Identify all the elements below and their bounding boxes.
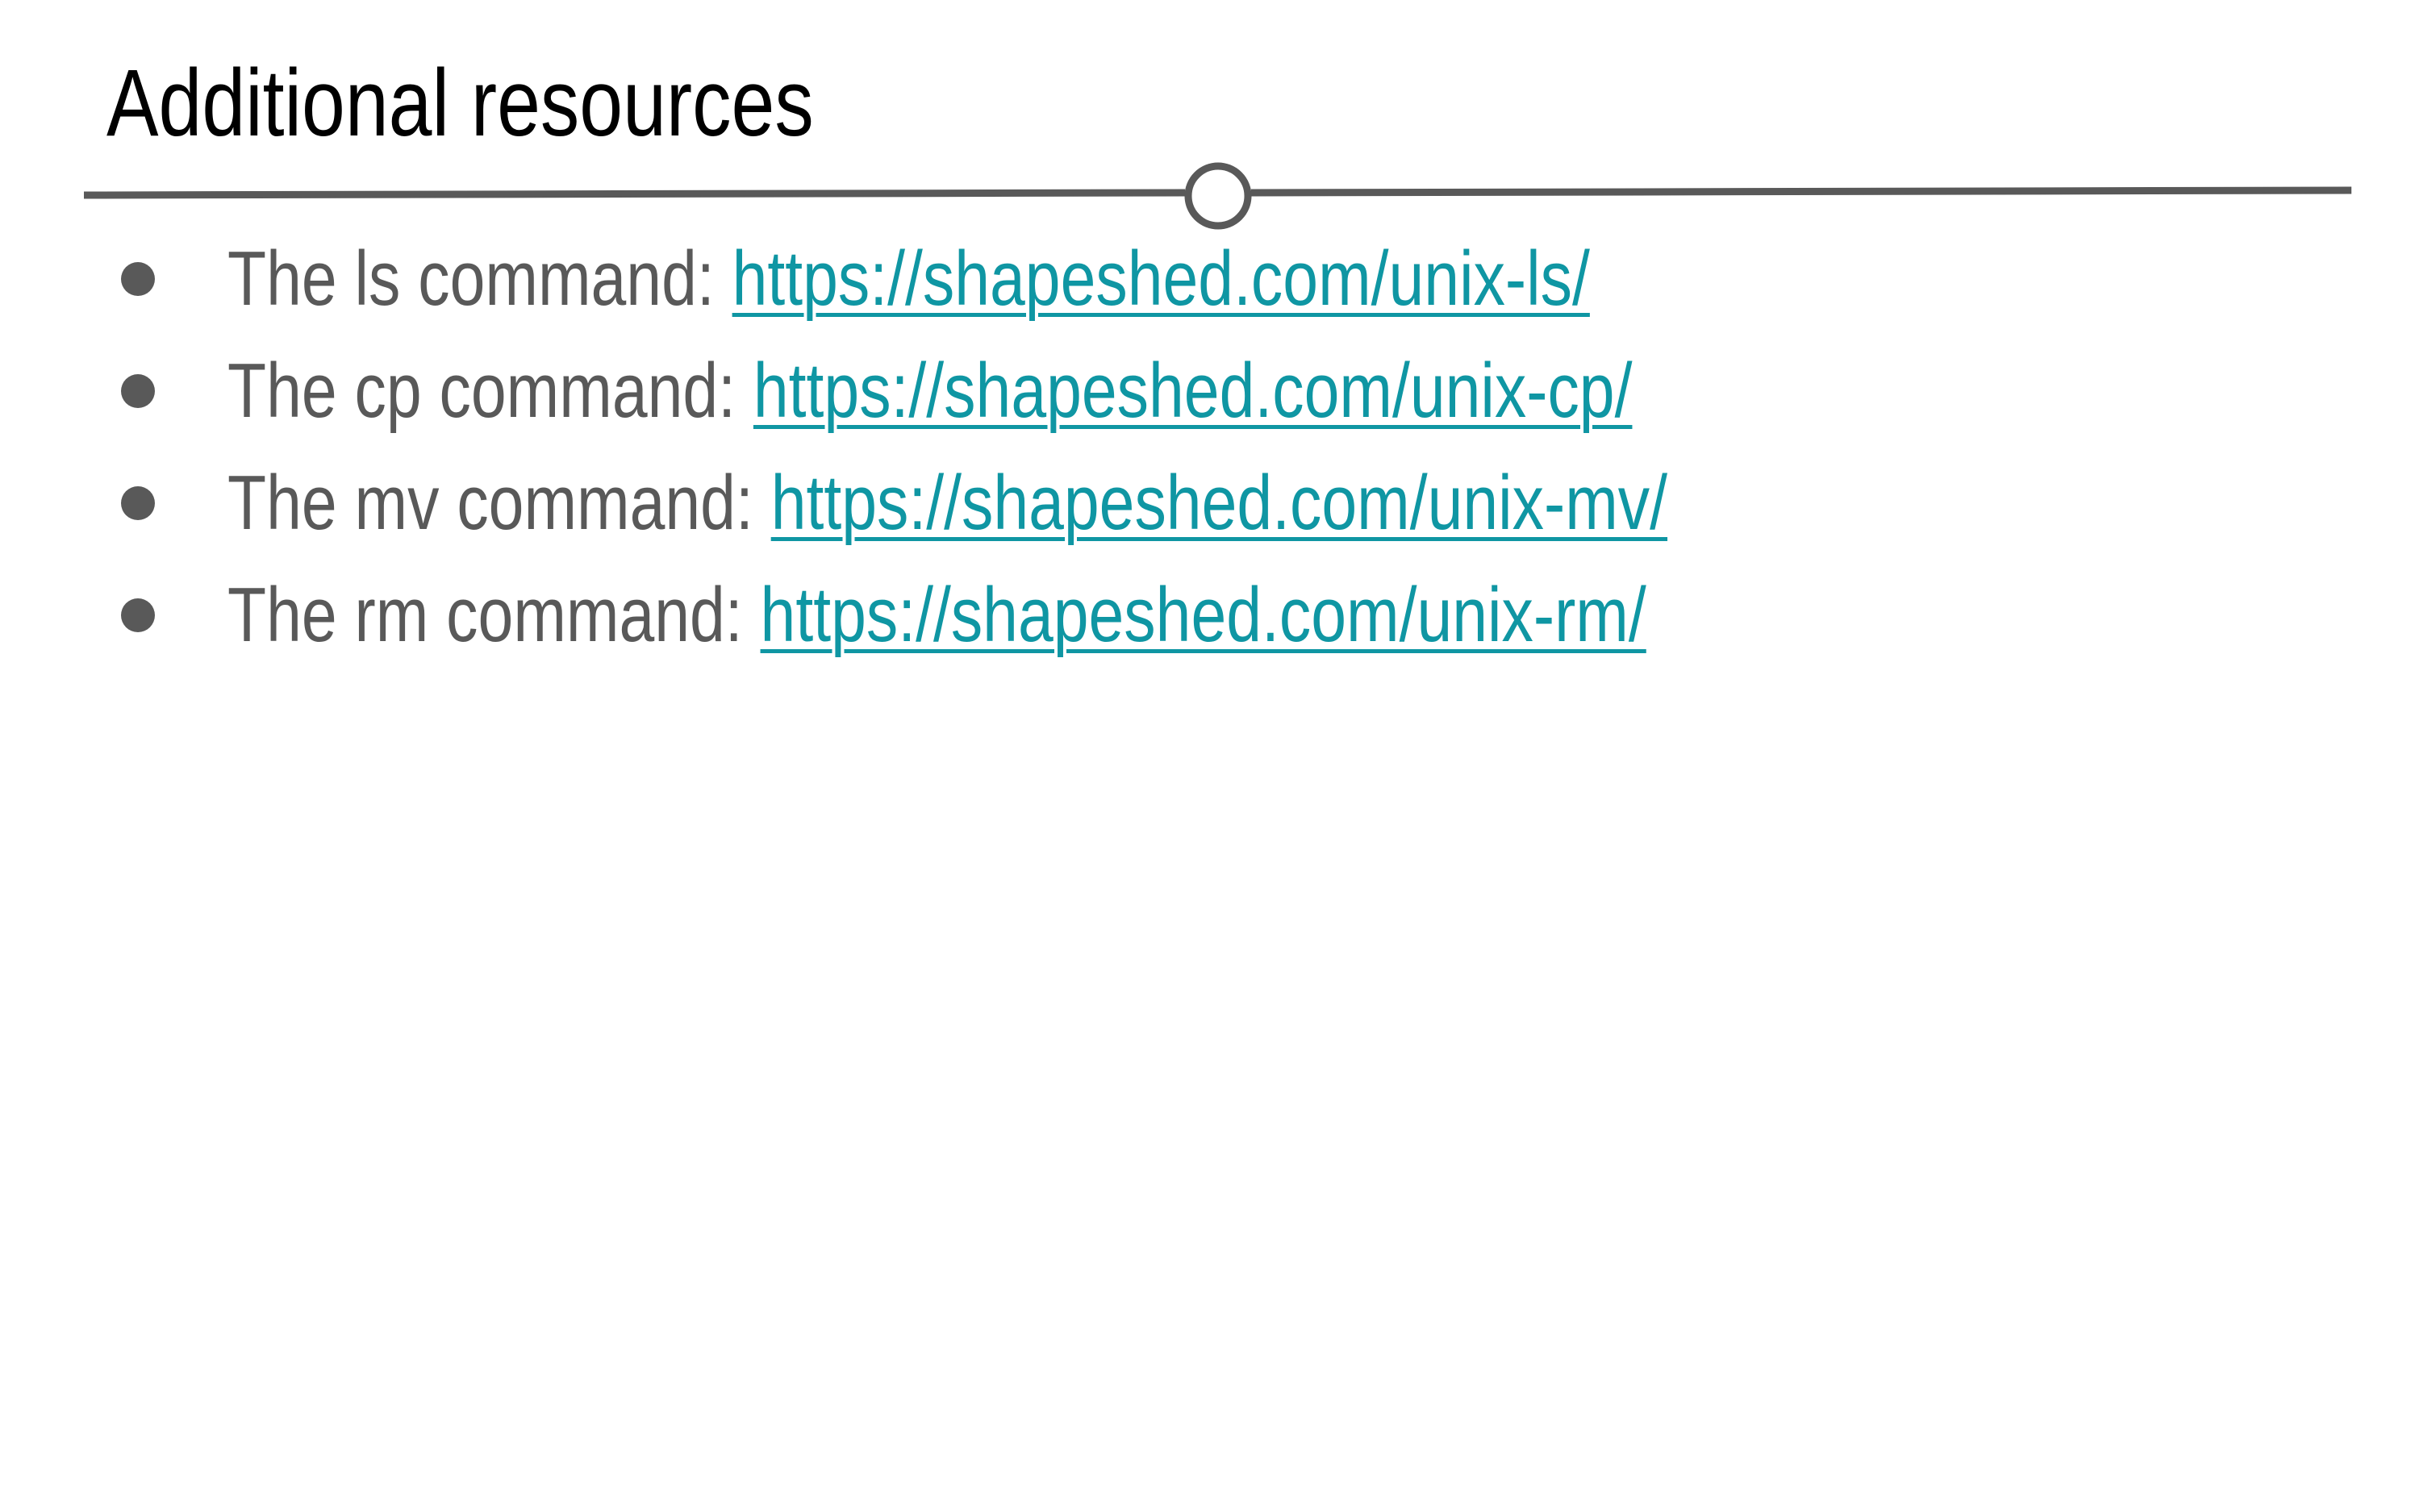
- title-divider-line-right: [1250, 186, 2352, 197]
- title-divider-circle: [1184, 162, 1252, 230]
- rm-command-link[interactable]: https://shapeshed.com/unix-rm/: [761, 572, 1646, 658]
- bullet-icon: [121, 374, 155, 408]
- title-divider: [83, 162, 2352, 230]
- ls-command-link[interactable]: https://shapeshed.com/unix-ls/: [732, 235, 1590, 322]
- list-item-label: The rm command:: [227, 572, 761, 658]
- list-item-label: The ls command:: [227, 235, 732, 322]
- mv-command-link[interactable]: https://shapeshed.com/unix-mv/: [771, 460, 1667, 546]
- list-item-text: The rm command: https://shapeshed.com/un…: [227, 559, 1646, 671]
- list-item-text: The cp command: https://shapeshed.com/un…: [227, 335, 1632, 447]
- slide: Additional resources The ls command: htt…: [0, 0, 2420, 1512]
- list-item-text: The mv command: https://shapeshed.com/un…: [227, 447, 1667, 559]
- bullet-icon: [121, 262, 155, 296]
- list-item-label: The mv command:: [227, 460, 771, 546]
- bullet-icon: [121, 598, 155, 632]
- cp-command-link[interactable]: https://shapeshed.com/unix-cp/: [753, 348, 1633, 434]
- list-item-label: The cp command:: [227, 348, 753, 434]
- title-divider-line-left: [83, 189, 1186, 199]
- bullet-icon: [121, 486, 155, 520]
- list-item-text: The ls command: https://shapeshed.com/un…: [227, 223, 1590, 335]
